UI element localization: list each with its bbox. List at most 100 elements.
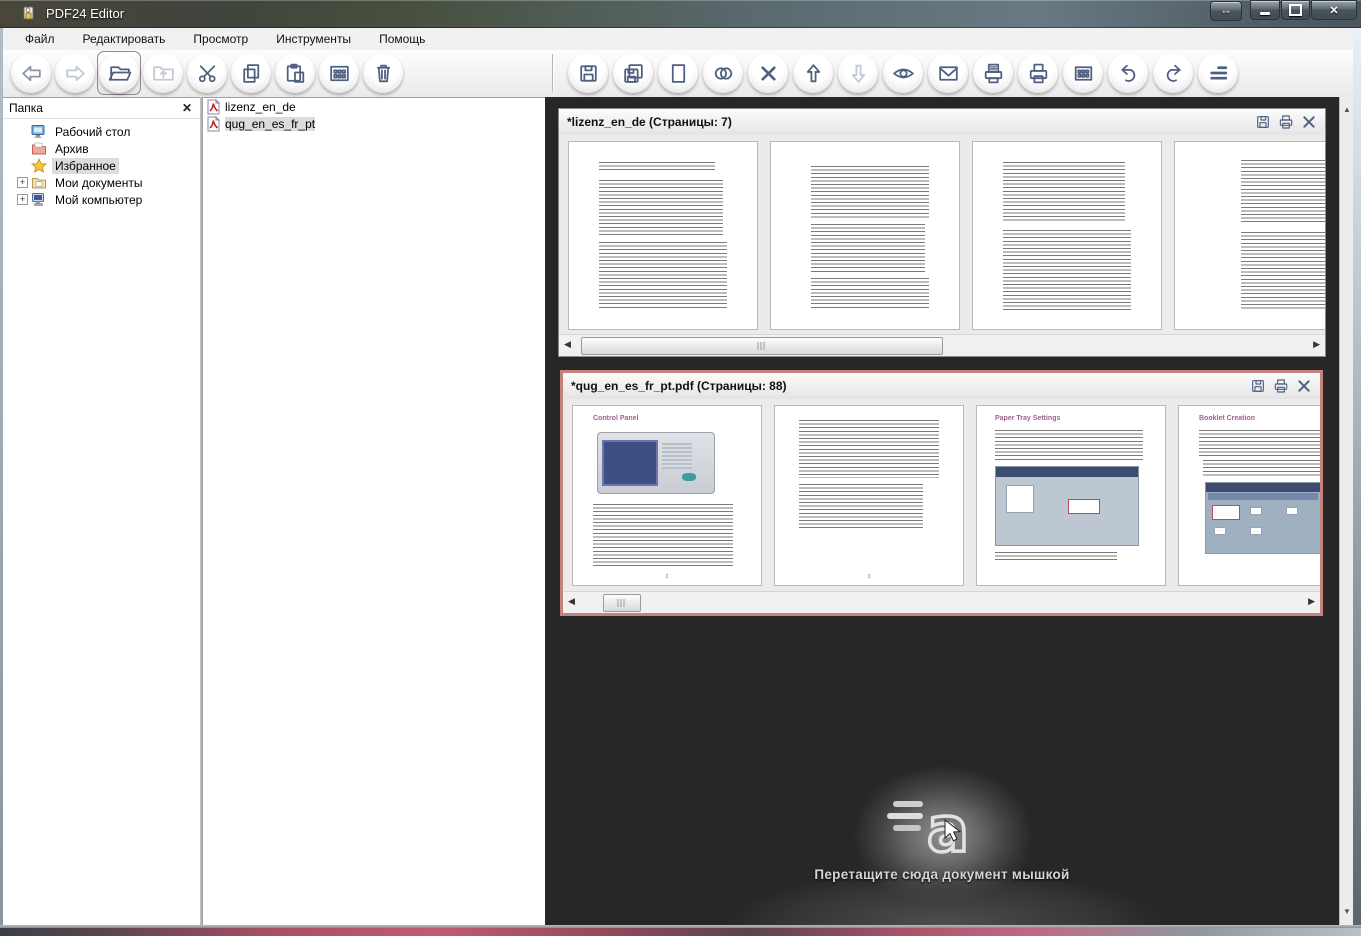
page-thumbnail[interactable]: Control Panel 2 [572, 405, 762, 586]
empty-page-button[interactable] [658, 53, 698, 93]
save-icon[interactable] [1250, 378, 1266, 394]
vertical-scrollbar[interactable]: ▲ ▼ [1339, 97, 1353, 925]
menu-view[interactable]: Просмотр [179, 29, 262, 49]
window-border-right [1353, 28, 1361, 925]
scroll-right-icon[interactable]: ▶ [1313, 339, 1320, 350]
tree-item-archive[interactable]: Архив [3, 140, 200, 157]
screenshot-image [1205, 482, 1320, 554]
scroll-up-icon[interactable]: ▲ [1340, 103, 1354, 117]
tree-item-favorites[interactable]: Избранное [3, 157, 200, 174]
sort-button[interactable] [1198, 53, 1238, 93]
cut-icon [195, 61, 220, 86]
merge-button[interactable] [703, 53, 743, 93]
move-up-button[interactable] [793, 53, 833, 93]
redo-button[interactable] [1153, 53, 1193, 93]
empty-page-icon [666, 61, 691, 86]
minimize-button[interactable] [1250, 0, 1280, 20]
tree-item-my-computer[interactable]: + Мой компьютер [3, 191, 200, 208]
maximize-button[interactable] [1281, 0, 1310, 20]
grid-button[interactable] [1063, 53, 1103, 93]
save-all-button[interactable] [613, 53, 653, 93]
document-header[interactable]: *qug_en_es_fr_pt.pdf (Страницы: 88) [563, 373, 1320, 400]
pdf-file-icon [206, 99, 221, 115]
scrollbar-thumb[interactable] [581, 337, 943, 355]
close-icon[interactable] [1301, 114, 1317, 130]
tree-item-desktop[interactable]: Рабочий стол [3, 123, 200, 140]
window-title: PDF24 Editor [46, 6, 124, 21]
scroll-left-icon[interactable]: ◀ [564, 339, 571, 350]
scroll-down-icon[interactable]: ▼ [1340, 905, 1354, 919]
move-down-button [838, 53, 878, 93]
open-folder-button[interactable] [99, 53, 139, 93]
menu-edit[interactable]: Редактировать [69, 29, 180, 49]
copy-button[interactable] [231, 53, 271, 93]
menu-help[interactable]: Помощь [365, 29, 439, 49]
print-button[interactable] [1018, 53, 1058, 93]
page-thumbnail[interactable] [972, 141, 1162, 330]
page-heading: Booklet Creation [1199, 415, 1255, 422]
pdf24-logo-icon [20, 5, 38, 23]
preview-button[interactable] [883, 53, 923, 93]
horizontal-scrollbar[interactable]: ◀ ▶ [559, 334, 1325, 356]
swap-window-button[interactable]: ⇔ [1210, 1, 1242, 21]
print-icon[interactable] [1273, 378, 1289, 394]
cut-button[interactable] [187, 53, 227, 93]
menu-tools[interactable]: Инструменты [262, 29, 365, 49]
file-item[interactable]: qug_en_es_fr_pt [203, 115, 545, 132]
scroll-left-icon[interactable]: ◀ [568, 596, 575, 607]
document-window-qug[interactable]: *qug_en_es_fr_pt.pdf (Страницы: 88) Cont… [560, 370, 1323, 616]
menubar: Файл Редактировать Просмотр Инструменты … [3, 28, 1353, 50]
horizontal-scrollbar[interactable]: ◀ ▶ [563, 591, 1320, 613]
back-button[interactable] [11, 53, 51, 93]
page-thumbnail[interactable]: 3 [774, 405, 964, 586]
document-title: *qug_en_es_fr_pt.pdf (Страницы: 88) [571, 379, 787, 393]
file-item-label: lizenz_en_de [225, 100, 296, 114]
save-button[interactable] [568, 53, 608, 93]
tree-item-my-documents[interactable]: + Мои документы [3, 174, 200, 191]
fax-button[interactable] [973, 53, 1013, 93]
close-icon[interactable] [1296, 378, 1312, 394]
desktop-strip [0, 928, 1361, 936]
expand-plus-icon[interactable]: + [17, 194, 28, 205]
scroll-right-icon[interactable]: ▶ [1308, 596, 1315, 607]
paste-icon [283, 61, 308, 86]
page-thumbnail[interactable] [568, 141, 758, 330]
expand-plus-icon[interactable]: + [17, 177, 28, 188]
file-list-panel: lizenz_en_de qug_en_es_fr_pt [203, 97, 545, 925]
menu-file[interactable]: Файл [11, 29, 69, 49]
file-item[interactable]: lizenz_en_de [203, 98, 545, 115]
pdf-file-icon [206, 116, 221, 132]
control-panel-image [597, 432, 715, 494]
page-thumbnail[interactable] [1174, 141, 1325, 330]
star-icon [31, 158, 47, 173]
save-icon[interactable] [1255, 114, 1271, 130]
close-panel-button[interactable]: ✕ [180, 101, 194, 115]
page-thumbnail[interactable]: Paper Tray Settings [976, 405, 1166, 586]
document-workspace: a Перетащите сюда документ мышкой *lizen… [545, 97, 1339, 925]
document-header[interactable]: *lizenz_en_de (Страницы: 7) [559, 109, 1325, 136]
folder-up-button [143, 53, 183, 93]
forward-icon [63, 61, 88, 86]
print-icon[interactable] [1278, 114, 1294, 130]
tree-item-label: Рабочий стол [52, 124, 133, 140]
move-up-icon [801, 61, 826, 86]
open-folder-icon [107, 61, 132, 86]
documents-icon [31, 175, 47, 190]
maximize-icon [1289, 4, 1302, 16]
page-thumbnail[interactable]: Booklet Creation [1178, 405, 1320, 586]
close-button[interactable]: ✕ [1311, 0, 1357, 20]
page-thumbnail[interactable] [770, 141, 960, 330]
undo-button[interactable] [1108, 53, 1148, 93]
tree-item-label: Архив [52, 141, 92, 157]
delete-button[interactable] [363, 53, 403, 93]
thumbnail-grid-button[interactable] [319, 53, 359, 93]
print-icon [1026, 61, 1051, 86]
computer-icon [31, 192, 47, 207]
email-button[interactable] [928, 53, 968, 93]
main-content: Папка ✕ Рабочий стол [3, 97, 1353, 925]
remove-button[interactable] [748, 53, 788, 93]
paste-button[interactable] [275, 53, 315, 93]
document-window-lizenz[interactable]: *lizenz_en_de (Страницы: 7) [558, 108, 1326, 357]
folder-panel: Папка ✕ Рабочий стол [3, 97, 200, 925]
scrollbar-thumb[interactable] [603, 594, 641, 612]
